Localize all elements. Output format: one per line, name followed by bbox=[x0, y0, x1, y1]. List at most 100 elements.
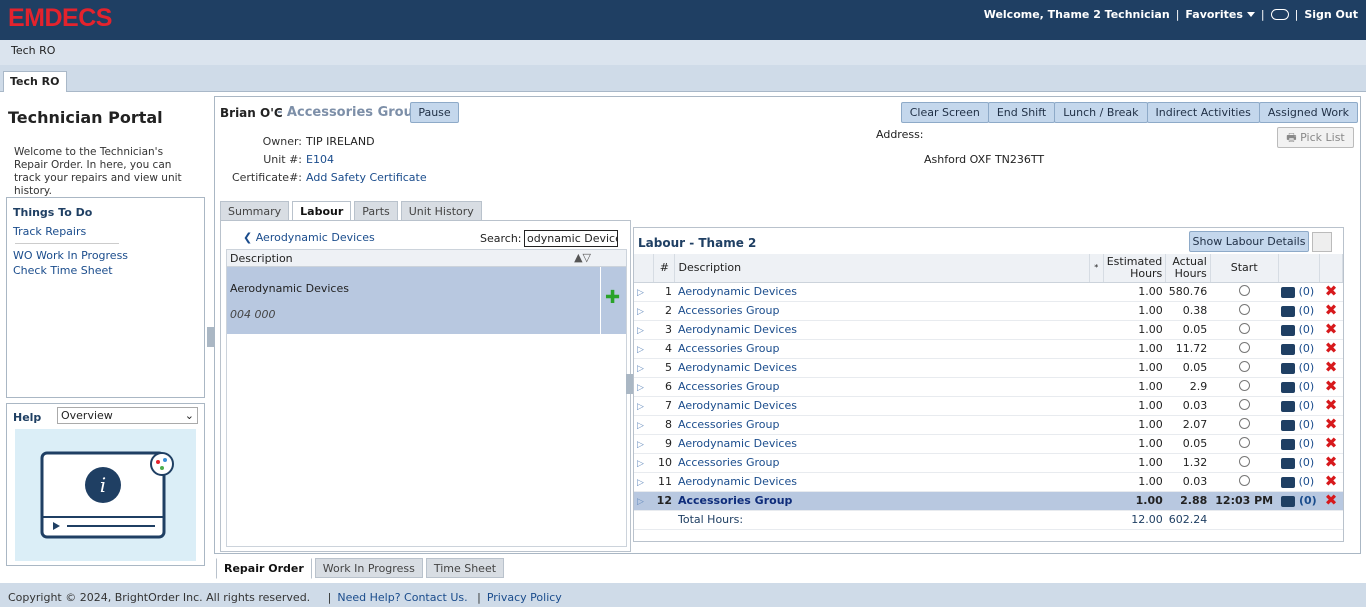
row-start[interactable] bbox=[1210, 320, 1279, 340]
camera-icon[interactable] bbox=[1281, 495, 1296, 507]
row-description-link[interactable]: Accessories Group bbox=[674, 491, 1090, 511]
table-row[interactable]: ▷ 8 Accessories Group 1.00 2.07 (0) ✖ bbox=[634, 415, 1343, 435]
track-repairs-link[interactable]: Track Repairs bbox=[13, 224, 198, 239]
end-shift-button[interactable]: End Shift bbox=[987, 102, 1056, 123]
privacy-link[interactable]: Privacy Policy bbox=[487, 591, 562, 604]
row-description-link[interactable]: Accessories Group bbox=[674, 453, 1090, 473]
delete-icon[interactable]: ✖ bbox=[1325, 377, 1338, 395]
col-description[interactable]: Description bbox=[674, 254, 1090, 283]
row-description-link[interactable]: Accessories Group bbox=[674, 339, 1090, 359]
delete-icon[interactable]: ✖ bbox=[1325, 434, 1338, 452]
stopwatch-icon[interactable] bbox=[1238, 398, 1250, 410]
pause-button[interactable]: Pause bbox=[410, 102, 459, 123]
tab-parts[interactable]: Parts bbox=[354, 201, 398, 221]
expand-icon[interactable]: ▷ bbox=[634, 415, 654, 435]
stopwatch-icon[interactable] bbox=[1238, 284, 1250, 296]
row-start[interactable] bbox=[1210, 415, 1279, 435]
notes-count[interactable]: (0) bbox=[1299, 456, 1315, 469]
expand-icon[interactable]: ▷ bbox=[634, 282, 654, 302]
tab-labour[interactable]: Labour bbox=[292, 201, 352, 222]
wo-in-progress-link[interactable]: WO Work In Progress bbox=[13, 248, 198, 263]
expand-icon[interactable]: ▷ bbox=[634, 377, 654, 397]
trash-icon[interactable] bbox=[1312, 232, 1332, 252]
tab-time-sheet[interactable]: Time Sheet bbox=[425, 558, 505, 578]
row-description-link[interactable]: Aerodynamic Devices bbox=[674, 320, 1090, 340]
notes-count[interactable]: (0) bbox=[1299, 342, 1315, 355]
table-row[interactable]: ▷ 3 Aerodynamic Devices 1.00 0.05 (0) ✖ bbox=[634, 320, 1343, 340]
notes-count[interactable]: (0) bbox=[1299, 418, 1315, 431]
delete-icon[interactable]: ✖ bbox=[1325, 453, 1338, 471]
expand-icon[interactable]: ▷ bbox=[634, 472, 654, 492]
tab-tech-ro[interactable]: Tech RO bbox=[3, 71, 67, 92]
delete-icon[interactable]: ✖ bbox=[1325, 282, 1338, 300]
stopwatch-icon[interactable] bbox=[1238, 417, 1250, 429]
stopwatch-icon[interactable] bbox=[1238, 360, 1250, 372]
help-video-thumbnail[interactable]: i bbox=[15, 429, 196, 561]
notes-count[interactable]: (0) bbox=[1299, 380, 1315, 393]
camera-icon[interactable] bbox=[1281, 324, 1296, 336]
notes-count[interactable]: (0) bbox=[1299, 323, 1315, 336]
show-labour-details-button[interactable]: Show Labour Details bbox=[1189, 231, 1309, 252]
list-item[interactable]: Aerodynamic Devices 004 000 ✚ bbox=[227, 267, 626, 334]
stopwatch-icon[interactable] bbox=[1238, 436, 1250, 448]
notes-count[interactable]: (0) bbox=[1299, 475, 1315, 488]
unit-link[interactable]: E104 bbox=[306, 153, 334, 166]
tab-work-in-progress[interactable]: Work In Progress bbox=[314, 558, 423, 578]
pick-list-button[interactable]: 🖶 Pick List bbox=[1277, 127, 1354, 148]
table-row[interactable]: ▷ 1 Aerodynamic Devices 1.00 580.76 (0) ✖ bbox=[634, 282, 1343, 302]
row-start[interactable] bbox=[1210, 453, 1279, 473]
row-description-link[interactable]: Accessories Group bbox=[674, 301, 1090, 321]
row-start[interactable] bbox=[1210, 358, 1279, 378]
row-start[interactable] bbox=[1210, 472, 1279, 492]
notes-count[interactable]: (0) bbox=[1299, 304, 1315, 317]
row-start[interactable] bbox=[1210, 377, 1279, 397]
delete-icon[interactable]: ✖ bbox=[1325, 491, 1338, 509]
table-row[interactable]: ▷ 6 Accessories Group 1.00 2.9 (0) ✖ bbox=[634, 377, 1343, 397]
stopwatch-icon[interactable] bbox=[1238, 303, 1250, 315]
expand-icon[interactable]: ▷ bbox=[634, 358, 654, 378]
delete-icon[interactable]: ✖ bbox=[1325, 396, 1338, 414]
time-sheet-link[interactable]: Check Time Sheet bbox=[13, 263, 198, 278]
add-certificate-link[interactable]: Add Safety Certificate bbox=[306, 171, 427, 184]
expand-icon[interactable]: ▷ bbox=[634, 339, 654, 359]
delete-icon[interactable]: ✖ bbox=[1325, 472, 1338, 490]
help-select[interactable]: Overview ⌄ bbox=[57, 407, 198, 424]
add-icon[interactable]: ✚ bbox=[605, 289, 620, 307]
indirect-activities-button[interactable]: Indirect Activities bbox=[1146, 102, 1260, 123]
delete-icon[interactable]: ✖ bbox=[1325, 301, 1338, 319]
row-description-link[interactable]: Aerodynamic Devices bbox=[674, 282, 1090, 302]
row-start[interactable] bbox=[1210, 301, 1279, 321]
tab-repair-order[interactable]: Repair Order bbox=[216, 558, 312, 579]
delete-icon[interactable]: ✖ bbox=[1325, 320, 1338, 338]
table-row[interactable]: ▷ 5 Aerodynamic Devices 1.00 0.05 (0) ✖ bbox=[634, 358, 1343, 378]
camera-icon[interactable] bbox=[1281, 438, 1296, 450]
catalog-breadcrumb[interactable]: ❮ Aerodynamic Devices bbox=[243, 231, 375, 244]
stopwatch-icon[interactable] bbox=[1238, 474, 1250, 486]
notes-count[interactable]: (0) bbox=[1299, 285, 1315, 298]
expand-icon[interactable]: ▷ bbox=[634, 434, 654, 454]
notes-count[interactable]: (0) bbox=[1299, 399, 1315, 412]
row-description-link[interactable]: Aerodynamic Devices bbox=[674, 472, 1090, 492]
table-row[interactable]: ▷ 10 Accessories Group 1.00 1.32 (0) ✖ bbox=[634, 453, 1343, 473]
chat-icon[interactable] bbox=[1270, 8, 1289, 20]
row-description-link[interactable]: Aerodynamic Devices bbox=[674, 396, 1090, 416]
row-description-link[interactable]: Aerodynamic Devices bbox=[674, 434, 1090, 454]
expand-icon[interactable]: ▷ bbox=[634, 453, 654, 473]
row-start[interactable] bbox=[1210, 282, 1279, 302]
delete-icon[interactable]: ✖ bbox=[1325, 339, 1338, 357]
camera-icon[interactable] bbox=[1281, 286, 1296, 298]
stopwatch-icon[interactable] bbox=[1238, 379, 1250, 391]
camera-icon[interactable] bbox=[1281, 343, 1296, 355]
tab-unit-history[interactable]: Unit History bbox=[400, 201, 482, 221]
delete-icon[interactable]: ✖ bbox=[1325, 415, 1338, 433]
stopwatch-icon[interactable] bbox=[1238, 341, 1250, 353]
table-row[interactable]: ▷ 4 Accessories Group 1.00 11.72 (0) ✖ bbox=[634, 339, 1343, 359]
row-description-link[interactable]: Accessories Group bbox=[674, 377, 1090, 397]
description-header[interactable]: Description ▲▽ bbox=[227, 250, 626, 267]
table-row[interactable]: ▷ 7 Aerodynamic Devices 1.00 0.03 (0) ✖ bbox=[634, 396, 1343, 416]
camera-icon[interactable] bbox=[1281, 381, 1296, 393]
table-row[interactable]: ▷ 9 Aerodynamic Devices 1.00 0.05 (0) ✖ bbox=[634, 434, 1343, 454]
expand-icon[interactable]: ▷ bbox=[634, 491, 654, 511]
notes-count[interactable]: (0) bbox=[1299, 361, 1315, 374]
stopwatch-icon[interactable] bbox=[1238, 455, 1250, 467]
